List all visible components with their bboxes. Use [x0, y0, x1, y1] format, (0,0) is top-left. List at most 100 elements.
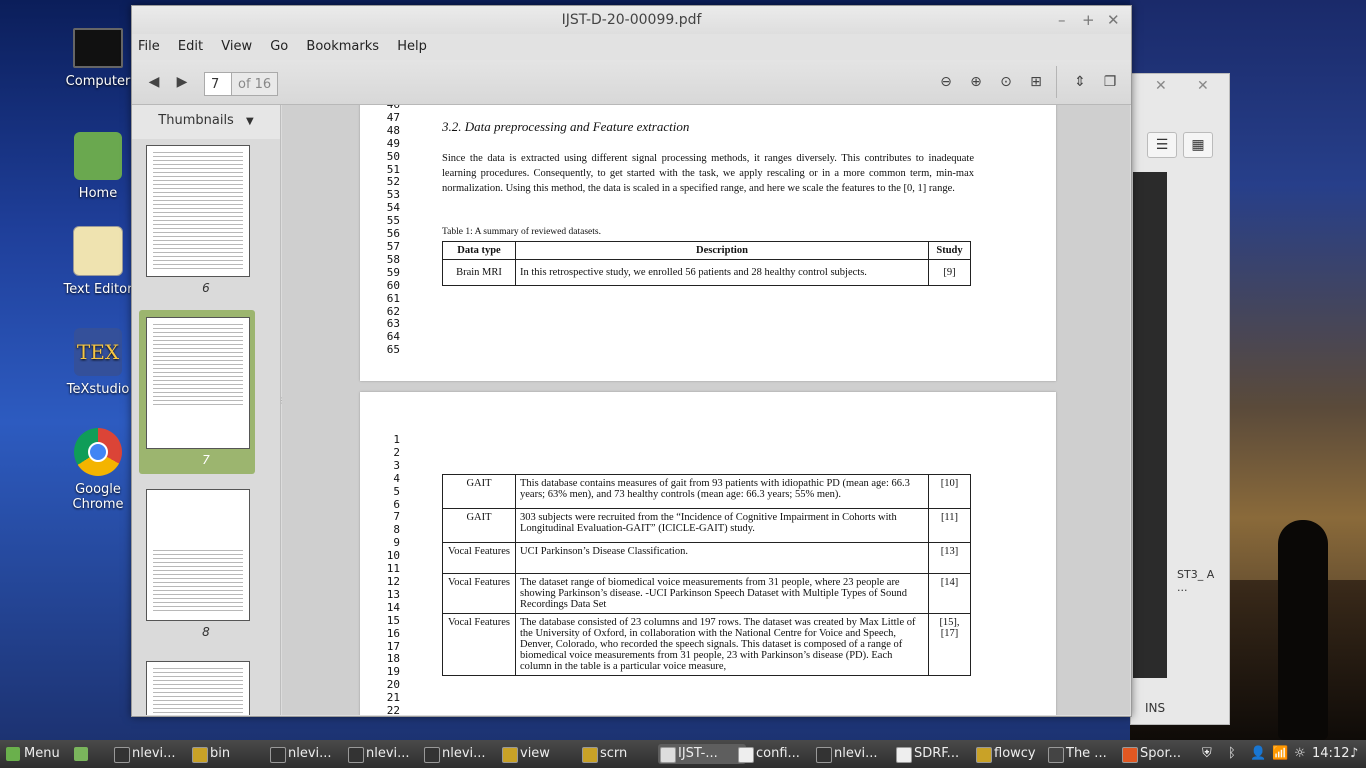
table-cell: [14]: [928, 573, 971, 614]
thumbnail-label: 8: [202, 625, 210, 639]
taskbar-item[interactable]: confi...: [736, 744, 824, 764]
hamburger-menu-icon[interactable]: ☰: [1147, 132, 1177, 158]
toolbar: ◀ ▶ 7 of 16 ⊖ ⊕ ⊙ ⊞ ⇕ ❐: [132, 60, 1131, 105]
thumbnail-label: 6: [202, 281, 210, 295]
line-number: 57: [386, 239, 400, 253]
close-icon[interactable]: ✕: [1197, 78, 1209, 94]
taskbar-item-label: The ...: [1066, 746, 1107, 761]
line-number: 50: [386, 149, 400, 163]
pdf-viewer-window[interactable]: IJST-D-20-00099.pdf – + ✕ File Edit View…: [131, 5, 1132, 717]
toolbar-divider: [1056, 66, 1057, 98]
network-icon[interactable]: 📶: [1272, 744, 1288, 764]
taskbar-item[interactable]: IJST-...: [658, 744, 746, 764]
thumbnail-page-7[interactable]: [146, 317, 250, 449]
continuous-view-icon[interactable]: ⇕: [1068, 72, 1092, 92]
table-header: Description: [515, 241, 929, 260]
table-cell: [10]: [928, 474, 971, 509]
thumbnail-list[interactable]: 6 7 8: [132, 139, 280, 715]
right-arrow-icon[interactable]: ▶: [170, 72, 194, 92]
menu-help[interactable]: Help: [397, 39, 427, 54]
table-cell: UCI Parkinson’s Disease Classification.: [515, 542, 929, 574]
menu-view[interactable]: View: [221, 39, 252, 54]
taskbar-item[interactable]: Spor...: [1120, 744, 1208, 764]
app-icon: [1048, 747, 1064, 763]
brightness-icon[interactable]: ☼: [1294, 744, 1306, 764]
left-arrow-icon[interactable]: ◀: [142, 72, 166, 92]
taskbar-item-label: SDRF...: [914, 746, 960, 761]
thumbnail-page-6[interactable]: [146, 145, 250, 277]
taskbar-item-label: nlevi...: [288, 746, 332, 761]
app-icon: [896, 747, 912, 763]
table-cell: 303 subjects were recruited from the “In…: [515, 508, 929, 543]
show-desktop-icon: [74, 747, 88, 761]
taskbar-item[interactable]: bin: [190, 744, 278, 764]
taskbar-item-label: nlevi...: [366, 746, 410, 761]
table-cell: The dataset range of biomedical voice me…: [515, 573, 929, 614]
taskbar-item[interactable]: nlevi...: [814, 744, 902, 764]
table-cell: This database contains measures of gait …: [515, 474, 929, 509]
close-button[interactable]: ✕: [1107, 6, 1120, 34]
table-row: Vocal Features UCI Parkinson’s Disease C…: [442, 542, 971, 574]
grid-view-icon[interactable]: ▦: [1183, 132, 1213, 158]
app-icon: [816, 747, 832, 763]
shield-icon[interactable]: ⛨: [1202, 744, 1212, 764]
clock[interactable]: 14:12: [1312, 744, 1349, 764]
title-bar[interactable]: IJST-D-20-00099.pdf – + ✕: [132, 6, 1131, 34]
bluetooth-icon[interactable]: ᛒ: [1228, 744, 1236, 764]
taskbar-item[interactable]: nlevi...: [112, 744, 200, 764]
page-number-input[interactable]: 7: [204, 72, 232, 96]
background-window[interactable]: ✕ ✕ ☰ ▦ ST3_ A ...: [1130, 73, 1230, 725]
start-menu-button[interactable]: Menu: [4, 744, 60, 764]
user-icon[interactable]: 👤: [1250, 744, 1266, 764]
taskbar-item[interactable]: nlevi...: [422, 744, 510, 764]
insert-mode-indicator: INS: [1145, 701, 1166, 715]
taskbar-item[interactable]: nlevi...: [346, 744, 434, 764]
app-icon: [192, 747, 208, 763]
close-icon[interactable]: ✕: [1155, 78, 1167, 94]
line-number: 1: [393, 433, 400, 446]
taskbar-item-label: flowcy: [994, 746, 1036, 761]
zoom-original-icon[interactable]: ⊙: [994, 72, 1018, 92]
zoom-out-icon[interactable]: ⊖: [934, 72, 958, 92]
datasets-table: Data type Description Study Brain MRI In…: [442, 241, 971, 286]
taskbar-item-label: nlevi...: [132, 746, 176, 761]
dual-page-icon[interactable]: ❐: [1098, 72, 1122, 92]
menu-file[interactable]: File: [138, 39, 160, 54]
home-folder-icon: [74, 132, 122, 180]
taskbar-item[interactable]: view: [500, 744, 588, 764]
table-cell: Vocal Features: [442, 613, 516, 676]
line-number: 47: [386, 110, 400, 124]
app-icon: [270, 747, 286, 763]
app-icon: [114, 747, 130, 763]
menu-go[interactable]: Go: [270, 39, 288, 54]
volume-icon[interactable]: ♪: [1350, 744, 1358, 764]
table-cell: [15], [17]: [928, 613, 971, 676]
taskbar-item[interactable]: nlevi...: [268, 744, 356, 764]
taskbar-item[interactable]: SDRF...: [894, 744, 982, 764]
menu-bookmarks[interactable]: Bookmarks: [306, 39, 379, 54]
thumbnail-page-8[interactable]: [146, 489, 250, 621]
document-view[interactable]: 4647484950515253545556575859606162636465…: [282, 105, 1130, 715]
minimize-button[interactable]: –: [1058, 6, 1066, 34]
menu-edit[interactable]: Edit: [178, 39, 203, 54]
table-header: Study: [928, 241, 971, 260]
menu-bar: File Edit View Go Bookmarks Help: [132, 34, 1131, 60]
maximize-button[interactable]: +: [1082, 6, 1095, 34]
zoom-in-icon[interactable]: ⊕: [964, 72, 988, 92]
line-number: 65: [386, 343, 400, 357]
line-number: 5: [393, 484, 400, 498]
thumbnail-page-9[interactable]: [146, 661, 250, 715]
mint-logo-icon: [6, 747, 20, 761]
taskbar: Menu nlevi... bin nlevi... nlevi... nlevi...…: [0, 740, 1366, 768]
show-desktop-button[interactable]: [72, 744, 88, 764]
table-row: GAIT 303 subjects were recruited from th…: [442, 508, 971, 543]
line-numbers: 1 2 3 4 5 6 7 8 9 10 11 12 13 14 15 16 17 18 19 20 21 22: [380, 433, 400, 715]
texstudio-icon: TEX: [74, 328, 122, 376]
line-number: 58: [386, 252, 400, 266]
zoom-fit-icon[interactable]: ⊞: [1024, 72, 1048, 92]
chevron-down-icon: ▼: [245, 116, 254, 127]
line-number: 12: [386, 574, 400, 588]
app-icon: [582, 747, 598, 763]
taskbar-item[interactable]: scrn: [580, 744, 668, 764]
sidebar-mode-selector[interactable]: Thumbnails ▼: [132, 105, 280, 137]
